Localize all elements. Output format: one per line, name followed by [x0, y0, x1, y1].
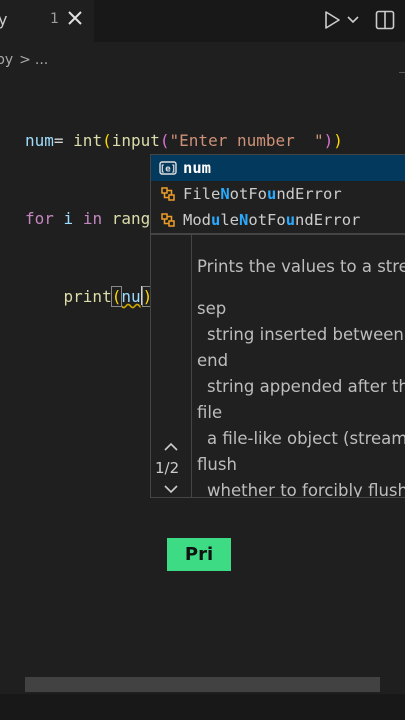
param-desc: string inserted between: [207, 325, 404, 344]
status-bar: [0, 694, 405, 720]
variable-icon: [e]: [157, 159, 179, 177]
hint-doc: Prints the values to a stre sep string i…: [197, 257, 405, 498]
label-part: Mod: [183, 211, 211, 229]
token: print: [63, 287, 112, 306]
close-icon[interactable]: [66, 9, 84, 27]
suggestion-item[interactable]: [e] num: [151, 155, 405, 181]
tab-index: 1: [50, 11, 59, 27]
label-match: u: [267, 185, 277, 203]
token: ): [333, 131, 343, 150]
split-editor-icon[interactable]: [375, 10, 395, 30]
suggestion-label: num: [183, 159, 211, 177]
suggestion-item[interactable]: ModuleNotFoundError: [151, 207, 405, 233]
tab-bar: y 1: [0, 0, 405, 42]
editor-tab[interactable]: y 1: [0, 0, 94, 42]
token: i: [63, 209, 74, 228]
label-part: otFo: [248, 211, 286, 229]
label-match: N: [220, 185, 230, 203]
label-part: ndError: [295, 211, 361, 229]
token: int: [73, 131, 103, 150]
token: input: [111, 131, 160, 150]
video-caption: Pri: [167, 538, 231, 571]
token: in: [82, 209, 103, 228]
token: for: [25, 209, 54, 228]
overload-counter: 1/2: [155, 459, 180, 477]
minimap-marker: [399, 72, 405, 73]
token: =: [53, 131, 74, 150]
param-name: end: [197, 351, 229, 370]
horizontal-scrollbar[interactable]: [25, 677, 380, 692]
label-match: u: [285, 211, 296, 229]
label-match: N: [239, 211, 249, 229]
param-name: flush: [197, 455, 237, 474]
label-match: u: [211, 211, 221, 229]
divider: [191, 235, 192, 497]
param-desc: string appended after th: [207, 377, 405, 396]
param-desc: whether to forcibly flush: [207, 481, 405, 498]
hint-description: Prints the values to a stre: [197, 257, 405, 276]
chevron-down-icon[interactable]: [163, 483, 179, 495]
chevron-up-icon[interactable]: [163, 441, 179, 453]
breadcrumb-symbol[interactable]: ...: [35, 52, 48, 68]
label-part: ndError: [276, 185, 342, 203]
label-part: le: [220, 211, 240, 229]
class-icon: [157, 211, 179, 229]
token: (: [102, 131, 112, 150]
breadcrumb-separator: >: [19, 52, 31, 68]
suggestion-label: FileNotFoundError: [183, 185, 342, 203]
svg-text:[e]: [e]: [160, 165, 176, 175]
parameter-hints: 1/2 Prints the values to a stre sep stri…: [150, 234, 405, 498]
breadcrumb-file[interactable]: py: [0, 52, 13, 68]
code-line-1[interactable]: num= int(input("Enter number ")): [25, 128, 343, 154]
suggestion-item[interactable]: FileNotFoundError: [151, 181, 405, 207]
token: ): [323, 131, 334, 150]
hint-navigation: 1/2: [151, 235, 191, 497]
token: (: [110, 286, 123, 307]
suggestion-label: ModuleNotFoundError: [183, 211, 360, 229]
param-name: sep: [197, 299, 227, 318]
play-icon[interactable]: [322, 10, 342, 30]
suggestion-list: [e] num FileNotFoundError ModuleNotFound…: [150, 154, 405, 234]
typed-text: nu: [121, 287, 141, 306]
tab-filename[interactable]: y: [0, 10, 7, 29]
breadcrumb: py > ...: [0, 50, 48, 70]
param-name: file: [197, 403, 223, 422]
label-part: File: [183, 185, 221, 203]
chevron-down-icon[interactable]: [347, 14, 359, 26]
token: num: [25, 131, 54, 150]
token: "Enter number ": [169, 131, 324, 150]
class-icon: [157, 185, 179, 203]
param-desc: a file-like object (stream: [207, 429, 405, 448]
label-part: otFo: [229, 185, 267, 203]
token: (: [159, 131, 170, 150]
